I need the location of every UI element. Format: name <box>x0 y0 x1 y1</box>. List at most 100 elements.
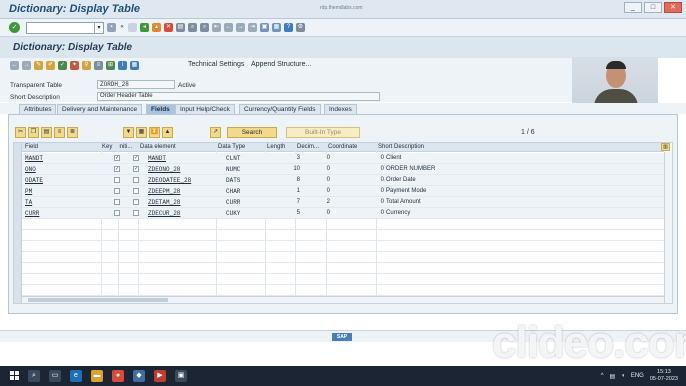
new-session-icon[interactable]: ▣ <box>260 23 269 32</box>
data-type-cell[interactable]: CHAR <box>226 188 240 195</box>
edge-icon[interactable]: e <box>70 370 82 382</box>
data-type-cell[interactable]: CURR <box>226 199 240 206</box>
where-used-icon[interactable]: ⚲ <box>82 61 91 70</box>
decimals-cell[interactable]: 2 <box>308 199 330 205</box>
save-icon[interactable]: ▪ <box>107 23 116 32</box>
coordinate-cell[interactable]: 0 <box>362 210 384 216</box>
command-field[interactable]: ▾ <box>26 22 104 34</box>
language-indicator[interactable]: ENG <box>631 373 644 379</box>
field-name-cell[interactable]: TA <box>25 199 32 206</box>
minimize-button[interactable]: _ <box>624 2 642 13</box>
short-description-cell[interactable]: ORDER NUMBER <box>386 166 435 172</box>
builtin-type-button[interactable]: Built-In Type <box>286 127 360 138</box>
print-icon[interactable]: ▤ <box>176 23 185 32</box>
tray-arrow-icon[interactable]: ^ <box>601 373 604 379</box>
cancel-icon[interactable]: ✕ <box>164 23 173 32</box>
maximize-button[interactable]: □ <box>644 2 662 13</box>
coordinate-cell[interactable]: 0 <box>362 166 384 172</box>
display-change-icon[interactable]: ✐ <box>46 61 55 70</box>
table-row[interactable] <box>22 274 664 285</box>
scrollbar-thumb[interactable] <box>28 298 168 302</box>
delete-row-icon[interactable]: ≣ <box>67 127 78 138</box>
column-header-data-element[interactable]: Data element <box>140 144 176 150</box>
data-type-cell[interactable]: NUMC <box>226 166 240 173</box>
table-row[interactable]: MANDT ✓ ✓ MANDT CLNT 3 0 0 Client <box>22 153 664 164</box>
file-explorer-icon[interactable]: ▬ <box>91 370 103 382</box>
table-row[interactable] <box>22 230 664 241</box>
table-row[interactable] <box>22 241 664 252</box>
initial-values-checkbox[interactable]: ✓ <box>133 166 139 172</box>
initial-values-checkbox[interactable] <box>133 199 139 205</box>
initial-values-checkbox[interactable] <box>133 177 139 183</box>
table-row[interactable]: PM ZDEEPM_28 CHAR 1 0 0 Payment Mode <box>22 186 664 197</box>
table-row[interactable] <box>22 252 664 263</box>
previous-page-icon[interactable]: ← <box>224 23 233 32</box>
tab-currency-quantity-fields[interactable]: Currency/Quantity Fields <box>239 104 321 114</box>
find-icon[interactable]: ⌕ <box>188 23 197 32</box>
search-button[interactable]: Search <box>227 127 277 138</box>
move-up-icon[interactable]: ▲ <box>162 127 173 138</box>
forward-arrow-icon[interactable]: → <box>22 61 31 70</box>
table-name-field[interactable]: ZORDH_28 <box>97 80 175 89</box>
chevron-down-icon[interactable]: ▾ <box>94 23 103 33</box>
key-checkbox[interactable] <box>114 210 120 216</box>
append-structure-button[interactable]: Append Structure... <box>251 61 311 68</box>
recorder-icon[interactable]: ▶ <box>154 370 166 382</box>
short-description-cell[interactable]: Client <box>386 155 401 161</box>
tab-fields[interactable]: Fields <box>146 104 175 114</box>
predefined-type-icon[interactable]: ↗ <box>210 127 221 138</box>
app-icon[interactable]: ▣ <box>175 370 187 382</box>
row-selector-column[interactable] <box>14 143 22 303</box>
key-checkbox[interactable] <box>114 188 120 194</box>
data-type-cell[interactable]: CLNT <box>226 155 240 162</box>
back-nav-icon[interactable]: « <box>119 23 125 32</box>
field-name-cell[interactable]: PM <box>25 188 32 195</box>
paste-icon[interactable]: ▤ <box>41 127 52 138</box>
table-row[interactable] <box>22 219 664 230</box>
key-checkbox[interactable] <box>114 177 120 183</box>
field-name-cell[interactable]: ODATE <box>25 177 43 184</box>
data-type-cell[interactable]: DATS <box>226 177 240 184</box>
sap-logon-icon[interactable]: ◆ <box>133 370 145 382</box>
column-header-length[interactable]: Length <box>267 144 285 150</box>
cut-icon[interactable]: ✂ <box>15 127 26 138</box>
shortcut-icon[interactable]: ▦ <box>272 23 281 32</box>
network-icon[interactable]: ▤ <box>610 373 616 380</box>
short-description-cell[interactable]: Total Amount <box>386 199 421 205</box>
decimals-cell[interactable]: 0 <box>308 166 330 172</box>
key-checkbox[interactable]: ✓ <box>114 166 120 172</box>
length-cell[interactable]: 1 <box>278 188 300 194</box>
data-element-cell[interactable]: ZDEONO_28 <box>148 166 180 173</box>
table-row[interactable] <box>22 263 664 274</box>
column-header-data-type[interactable]: Data Type <box>218 144 245 150</box>
short-description-cell[interactable]: Order Date <box>386 177 416 183</box>
first-page-icon[interactable]: ⇤ <box>212 23 221 32</box>
coordinate-cell[interactable]: 0 <box>362 155 384 161</box>
vertical-scrollbar[interactable] <box>664 152 672 303</box>
key-checkbox[interactable]: ✓ <box>114 155 120 161</box>
field-name-cell[interactable]: ONO <box>25 166 36 173</box>
data-element-cell[interactable]: ZDECUR_28 <box>148 210 180 217</box>
copy-icon[interactable]: ❐ <box>28 127 39 138</box>
coordinate-cell[interactable]: 0 <box>362 188 384 194</box>
next-page-icon[interactable]: → <box>236 23 245 32</box>
tab-indexes[interactable]: Indexes <box>324 104 357 114</box>
coordinate-cell[interactable]: 0 <box>362 177 384 183</box>
clock[interactable]: 15:13 05-07-2023 <box>650 369 678 383</box>
display-contents-icon[interactable]: ▦ <box>130 61 139 70</box>
column-header-initial[interactable]: Initi... <box>118 144 132 150</box>
activate-icon[interactable]: ✦ <box>70 61 79 70</box>
find-next-icon[interactable]: ⌕ <box>200 23 209 32</box>
back-icon[interactable]: ◂ <box>140 23 149 32</box>
initial-values-checkbox[interactable]: ✓ <box>133 155 139 161</box>
horizontal-scrollbar[interactable] <box>22 296 664 303</box>
table-row[interactable] <box>22 285 664 296</box>
layout-menu-icon[interactable]: ⚙ <box>296 23 305 32</box>
table-settings-icon[interactable]: ▥ <box>661 143 670 151</box>
other-object-icon[interactable]: ✎ <box>34 61 43 70</box>
length-cell[interactable]: 10 <box>278 166 300 172</box>
initial-values-checkbox[interactable] <box>133 210 139 216</box>
check-icon[interactable]: ✓ <box>58 61 67 70</box>
length-cell[interactable]: 5 <box>278 210 300 216</box>
data-element-cell[interactable]: ZDEEPM_28 <box>148 188 180 195</box>
